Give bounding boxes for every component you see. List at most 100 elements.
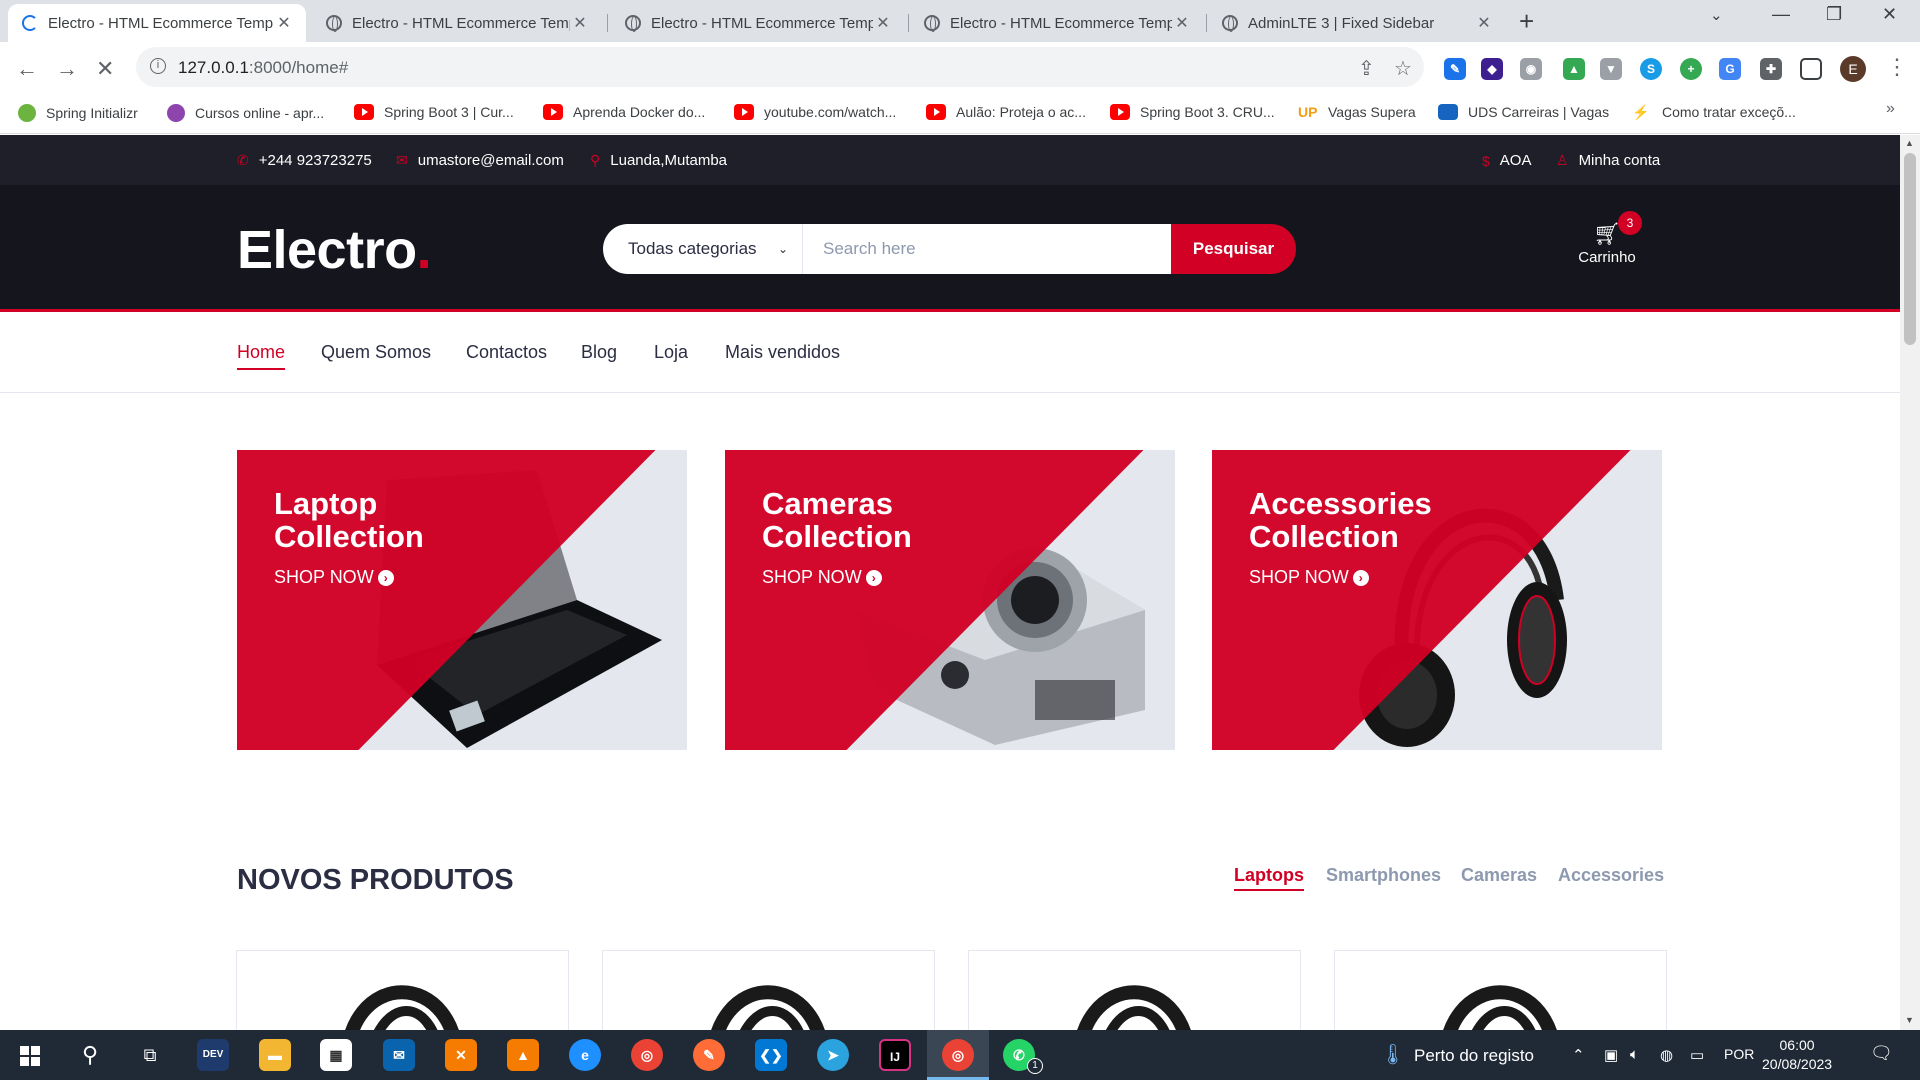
cart-button[interactable]: 🛒︎ 3 Carrinho bbox=[1572, 211, 1642, 266]
clock[interactable]: 06:00 20/08/2023 bbox=[1762, 1036, 1832, 1074]
share-icon[interactable]: ⇪ bbox=[1358, 56, 1375, 81]
collection-banner-laptop[interactable]: Laptop Collection SHOP NOW › bbox=[237, 450, 687, 750]
xampp-icon[interactable]: ✕ bbox=[445, 1039, 477, 1071]
shop-now-link[interactable]: SHOP NOW › bbox=[762, 567, 882, 588]
address-input[interactable]: i 127.0.0.1:8000/home# ⇪ ☆ bbox=[136, 47, 1424, 87]
more-bookmarks-icon[interactable]: » bbox=[1886, 100, 1895, 118]
close-icon[interactable]: ✕ bbox=[1172, 13, 1192, 33]
star-icon[interactable]: ☆ bbox=[1394, 56, 1412, 81]
bookmark-item[interactable]: Aprenda Docker do... bbox=[543, 104, 705, 120]
devhome-icon[interactable]: DEV bbox=[197, 1039, 229, 1071]
weather-text[interactable]: Perto do registo bbox=[1414, 1046, 1534, 1066]
close-icon[interactable]: ✕ bbox=[1474, 13, 1494, 33]
category-select[interactable]: Todas categorias ⌄ bbox=[603, 224, 803, 274]
product-card[interactable] bbox=[1335, 951, 1666, 1030]
tab-search-icon[interactable]: ⌄ bbox=[1710, 6, 1723, 24]
mail-icon[interactable]: ✉ bbox=[383, 1039, 415, 1071]
extension-icon[interactable]: + bbox=[1680, 58, 1702, 80]
volume-icon[interactable]: 🔈︎ bbox=[1630, 1046, 1639, 1063]
nav-blog[interactable]: Blog bbox=[581, 342, 617, 368]
extension-icon[interactable]: ◆ bbox=[1481, 58, 1503, 80]
postman-icon[interactable]: ✎ bbox=[693, 1039, 725, 1071]
puzzle-icon[interactable]: ✚ bbox=[1760, 58, 1782, 80]
site-logo[interactable]: Electro. bbox=[237, 219, 432, 281]
nav-loja[interactable]: Loja bbox=[654, 342, 688, 368]
product-card[interactable] bbox=[237, 951, 568, 1030]
close-icon[interactable]: ✕ bbox=[274, 13, 294, 33]
vscode-icon[interactable]: ❮❯ bbox=[755, 1039, 787, 1071]
camera-extension-icon[interactable]: ◉ bbox=[1520, 58, 1542, 80]
phone-link[interactable]: ✆ +244 923723275 bbox=[237, 152, 372, 169]
product-card[interactable] bbox=[969, 951, 1300, 1030]
nav-mais-vendidos[interactable]: Mais vendidos bbox=[725, 342, 840, 368]
extension-icon[interactable]: ▼ bbox=[1600, 58, 1622, 80]
thermometer-icon[interactable]: 🌡︎ bbox=[1380, 1042, 1405, 1067]
shop-now-link[interactable]: SHOP NOW › bbox=[1249, 567, 1369, 588]
email-link[interactable]: ✉ umastore@email.com bbox=[396, 152, 564, 169]
menu-icon[interactable]: ⋮ bbox=[1886, 54, 1908, 80]
browser-tab[interactable]: Electro - HTML Ecommerce Temp ✕ bbox=[910, 4, 1204, 42]
bookmark-item[interactable]: Cursos online - apr... bbox=[167, 104, 324, 122]
close-icon[interactable]: ✕ bbox=[570, 13, 590, 33]
stop-loading-button[interactable]: ✕ bbox=[96, 56, 114, 82]
account-link[interactable]: ♙ Minha conta bbox=[1556, 152, 1660, 169]
file-explorer-icon[interactable]: ▬ bbox=[259, 1039, 291, 1071]
currency-link[interactable]: $ AOA bbox=[1482, 152, 1531, 169]
tab-accessories[interactable]: Accessories bbox=[1558, 865, 1664, 889]
page-scrollbar[interactable]: ▲ ▼ bbox=[1900, 135, 1920, 1030]
bookmark-item[interactable]: Aulão: Proteja o ac... bbox=[926, 104, 1086, 120]
back-button[interactable]: ← bbox=[16, 56, 38, 82]
forward-button[interactable]: → bbox=[56, 56, 78, 82]
chrome-profile-icon[interactable]: ◎ bbox=[942, 1039, 974, 1071]
notifications-icon[interactable]: 🗨︎ bbox=[1870, 1043, 1893, 1064]
translate-icon[interactable]: G bbox=[1719, 58, 1741, 80]
side-panel-icon[interactable] bbox=[1800, 58, 1822, 80]
shop-now-link[interactable]: SHOP NOW › bbox=[274, 567, 394, 588]
bookmark-item[interactable]: Spring Initializr bbox=[18, 104, 138, 122]
intellij-icon[interactable]: IJ bbox=[879, 1039, 911, 1071]
store-icon[interactable]: ▦ bbox=[320, 1039, 352, 1071]
search-button[interactable]: Pesquisar bbox=[1171, 224, 1296, 274]
browser-tab[interactable]: Electro - HTML Ecommerce Temp ✕ bbox=[8, 4, 306, 42]
edge-icon[interactable]: e bbox=[569, 1039, 601, 1071]
restore-button[interactable]: ❐ bbox=[1826, 4, 1842, 25]
profile-avatar[interactable]: E bbox=[1840, 56, 1866, 82]
collection-banner-cameras[interactable]: Cameras Collection SHOP NOW › bbox=[725, 450, 1175, 750]
battery-icon[interactable]: ▭ bbox=[1690, 1046, 1704, 1064]
browser-tab[interactable]: AdminLTE 3 | Fixed Sidebar ✕ bbox=[1208, 4, 1506, 42]
telegram-icon[interactable]: ➤ bbox=[817, 1039, 849, 1071]
tab-cameras[interactable]: Cameras bbox=[1461, 865, 1537, 889]
new-tab-button[interactable]: + bbox=[1519, 6, 1534, 37]
extension-icon[interactable]: S bbox=[1640, 58, 1662, 80]
scroll-up-arrow-icon[interactable]: ▲ bbox=[1905, 138, 1914, 148]
chrome-icon[interactable]: ◎ bbox=[631, 1039, 663, 1071]
bookmark-item[interactable]: Spring Boot 3 | Cur... bbox=[354, 104, 514, 120]
network-globe-icon[interactable]: ◍ bbox=[1660, 1046, 1673, 1064]
site-info-icon[interactable]: i bbox=[150, 58, 166, 74]
windows-start-icon[interactable] bbox=[20, 1046, 40, 1066]
browser-tab[interactable]: Electro - HTML Ecommerce Temp ✕ bbox=[312, 4, 602, 42]
tab-smartphones[interactable]: Smartphones bbox=[1326, 865, 1441, 889]
nav-contactos[interactable]: Contactos bbox=[466, 342, 547, 368]
search-icon[interactable]: ⚲ bbox=[74, 1039, 106, 1071]
scroll-down-arrow-icon[interactable]: ▼ bbox=[1905, 1015, 1914, 1025]
task-view-icon[interactable]: ⧉ bbox=[134, 1039, 166, 1071]
device-icon[interactable]: ▣ bbox=[1604, 1046, 1618, 1064]
bookmark-item[interactable]: UDS Carreiras | Vagas bbox=[1438, 104, 1609, 120]
close-icon[interactable]: ✕ bbox=[873, 13, 893, 33]
browser-tab[interactable]: Electro - HTML Ecommerce Temp ✕ bbox=[611, 4, 905, 42]
minimize-button[interactable]: — bbox=[1772, 4, 1790, 25]
app-icon[interactable]: ▲ bbox=[507, 1039, 539, 1071]
bookmark-item[interactable]: UP Vagas Supera bbox=[1298, 104, 1416, 120]
location-link[interactable]: ⚲ Luanda,Mutamba bbox=[590, 152, 727, 169]
tab-laptops[interactable]: Laptops bbox=[1234, 865, 1304, 891]
bookmark-item[interactable]: ⚡ Como tratar exceçõ... bbox=[1632, 104, 1796, 120]
scrollbar-thumb[interactable] bbox=[1904, 153, 1916, 345]
extension-icon[interactable]: ▲ bbox=[1563, 58, 1585, 80]
nav-quem-somos[interactable]: Quem Somos bbox=[321, 342, 431, 368]
nav-home[interactable]: Home bbox=[237, 342, 286, 370]
collection-banner-accessories[interactable]: Accessories Collection SHOP NOW › bbox=[1212, 450, 1662, 750]
search-input[interactable]: Search here bbox=[803, 224, 1171, 274]
bookmark-item[interactable]: youtube.com/watch... bbox=[734, 104, 896, 120]
product-card[interactable] bbox=[603, 951, 934, 1030]
